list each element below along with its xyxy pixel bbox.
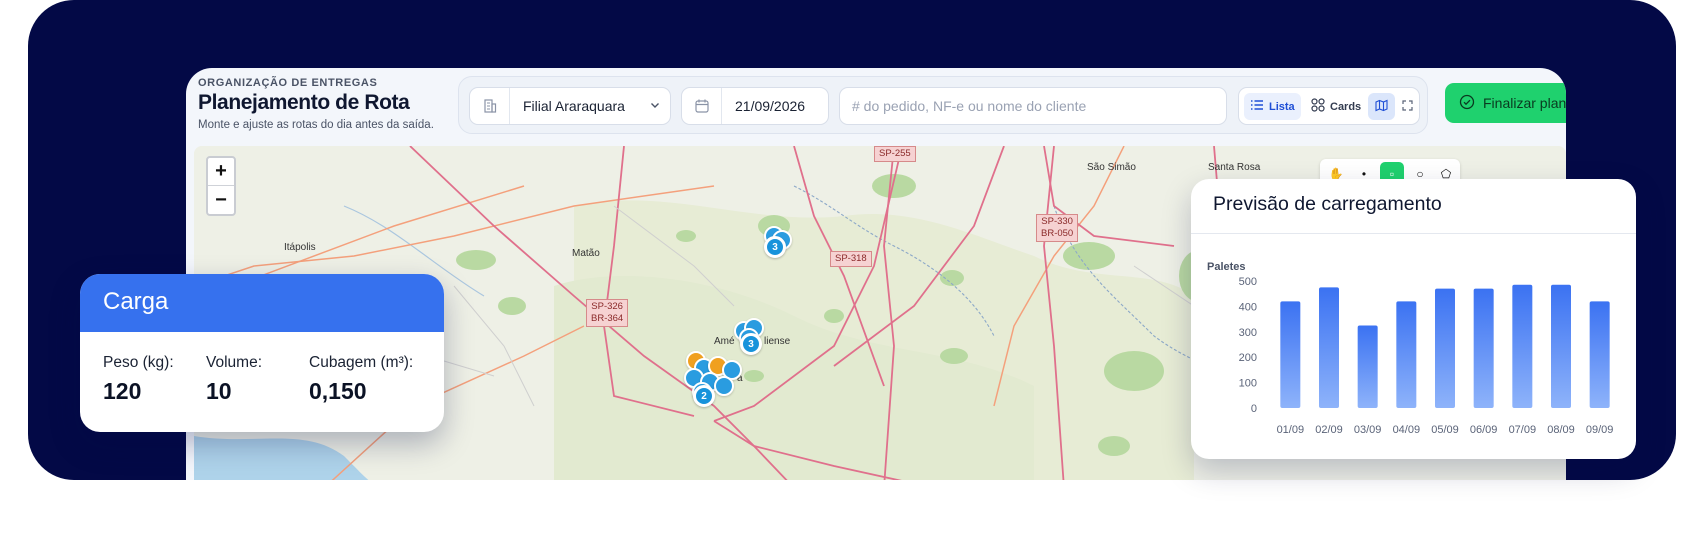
road-shield-sp326-br364: SP-326 BR-364 bbox=[586, 299, 629, 327]
x-tick-label: 01/09 bbox=[1277, 424, 1305, 436]
map-label-santa-rosa: Santa Rosa bbox=[1208, 162, 1261, 173]
chart-bar[interactable] bbox=[1319, 287, 1339, 408]
page-eyebrow: ORGANIZAÇÃO DE ENTREGAS bbox=[198, 77, 378, 89]
view-cards-button[interactable]: Cards bbox=[1305, 93, 1367, 120]
map-label-sao-simao: São Simão bbox=[1087, 162, 1136, 173]
map-icon bbox=[1375, 99, 1388, 115]
road-shield-br050: BR-050 bbox=[1041, 228, 1074, 239]
finalize-label: Finalizar plane bbox=[1483, 95, 1566, 111]
load-card: Carga Peso (kg): 120 Volume: 10 Cubagem … bbox=[80, 274, 444, 432]
road-shield-br364: BR-364 bbox=[591, 313, 624, 324]
cluster-marker-north[interactable]: 3 bbox=[764, 236, 786, 258]
chart-bar[interactable] bbox=[1280, 301, 1301, 408]
load-volume: Volume: 10 bbox=[206, 354, 262, 405]
building-icon bbox=[470, 88, 510, 124]
x-tick-label: 08/09 bbox=[1547, 424, 1575, 436]
date-value: 21/09/2026 bbox=[735, 98, 806, 114]
y-tick-label: 0 bbox=[1251, 403, 1257, 415]
page-subtitle: Monte e ajuste as rotas do dia antes da … bbox=[198, 119, 434, 131]
page-header: ORGANIZAÇÃO DE ENTREGAS Planejamento de … bbox=[186, 68, 1566, 146]
load-cubage: Cubagem (m³): 0,150 bbox=[309, 354, 413, 405]
chart-bar[interactable] bbox=[1357, 325, 1378, 408]
y-tick-label: 100 bbox=[1239, 378, 1257, 390]
load-weight: Peso (kg): 120 bbox=[103, 354, 174, 405]
map-label-americo: Amé bbox=[714, 336, 735, 347]
x-tick-label: 09/09 bbox=[1586, 424, 1614, 436]
view-switcher: Lista Cards bbox=[1238, 87, 1420, 125]
road-shield-sp330-br050: SP-330 BR-050 bbox=[1036, 214, 1079, 242]
view-cards-label: Cards bbox=[1330, 100, 1362, 113]
x-tick-label: 07/09 bbox=[1509, 424, 1537, 436]
x-tick-label: 06/09 bbox=[1470, 424, 1498, 436]
chart-bar[interactable] bbox=[1473, 288, 1494, 408]
zoom-in-button[interactable]: + bbox=[208, 158, 234, 186]
y-tick-label: 200 bbox=[1239, 352, 1257, 364]
y-tick-label: 400 bbox=[1239, 301, 1257, 313]
filter-toolbar: Filial Araraquara 21/09/2026 # do pedido… bbox=[458, 76, 1428, 134]
x-tick-label: 04/09 bbox=[1393, 424, 1421, 436]
view-list-label: Lista bbox=[1269, 100, 1295, 113]
map-label-matao: Matão bbox=[572, 248, 600, 259]
load-cubage-value: 0,150 bbox=[309, 378, 367, 404]
grid-icon bbox=[1311, 98, 1325, 115]
zoom-control: + − bbox=[206, 156, 236, 216]
date-picker[interactable]: 21/09/2026 bbox=[681, 87, 829, 125]
calendar-icon bbox=[682, 88, 722, 124]
search-input[interactable]: # do pedido, NF-e ou nome do cliente bbox=[839, 87, 1227, 125]
delivery-pin[interactable] bbox=[714, 376, 734, 396]
map-label-itapolis: Itápolis bbox=[284, 242, 316, 253]
load-card-title: Carga bbox=[80, 274, 444, 332]
map-label-liense: liense bbox=[764, 336, 791, 347]
view-list-button[interactable]: Lista bbox=[1244, 93, 1301, 120]
zoom-out-button[interactable]: − bbox=[208, 186, 234, 214]
expand-icon bbox=[1401, 99, 1413, 114]
loading-forecast-card: Previsão de carregamento Paletes 0 100 200 3… bbox=[1191, 179, 1636, 459]
finalize-button[interactable]: Finalizar plane bbox=[1445, 83, 1566, 123]
load-volume-value: 10 bbox=[206, 378, 232, 404]
road-shield-sp318: SP-318 bbox=[830, 251, 872, 267]
x-tick-label: 02/09 bbox=[1315, 424, 1343, 436]
load-cubage-label: Cubagem (m³): bbox=[309, 354, 414, 371]
list-icon bbox=[1250, 99, 1264, 114]
y-tick-label: 300 bbox=[1239, 327, 1257, 339]
x-tick-label: 05/09 bbox=[1431, 424, 1459, 436]
check-circle-icon bbox=[1459, 94, 1475, 113]
branch-select-value: Filial Araraquara bbox=[523, 98, 625, 114]
chart-bar[interactable] bbox=[1589, 301, 1610, 408]
page-title: Planejamento de Rota bbox=[198, 91, 410, 114]
chart-bar[interactable] bbox=[1435, 288, 1455, 408]
view-map-button[interactable] bbox=[1368, 93, 1395, 120]
road-shield-sp330: SP-330 bbox=[1041, 216, 1073, 227]
y-axis-label: Paletes bbox=[1207, 261, 1246, 273]
chart-bar[interactable] bbox=[1512, 284, 1533, 408]
cluster-marker-center[interactable]: 3 bbox=[740, 333, 762, 355]
loading-forecast-chart: Paletes 0 100 200 300 400 500 01/09 02/09 03/09 04… bbox=[1207, 261, 1614, 436]
y-tick-label: 500 bbox=[1239, 276, 1257, 288]
load-weight-value: 120 bbox=[103, 378, 142, 404]
chevron-down-icon bbox=[640, 99, 670, 114]
road-shield-sp326: SP-326 bbox=[591, 301, 623, 312]
chart-bar[interactable] bbox=[1396, 301, 1417, 408]
load-weight-label: Peso (kg): bbox=[103, 354, 174, 371]
load-volume-label: Volume: bbox=[206, 354, 263, 371]
expand-button[interactable] bbox=[1397, 93, 1417, 120]
chart-bar[interactable] bbox=[1551, 284, 1571, 408]
branch-select[interactable]: Filial Araraquara bbox=[469, 87, 671, 125]
x-tick-label: 03/09 bbox=[1354, 424, 1382, 436]
road-shield-sp255: SP-255 bbox=[874, 146, 916, 162]
cluster-marker-south[interactable]: 2 bbox=[693, 385, 715, 407]
